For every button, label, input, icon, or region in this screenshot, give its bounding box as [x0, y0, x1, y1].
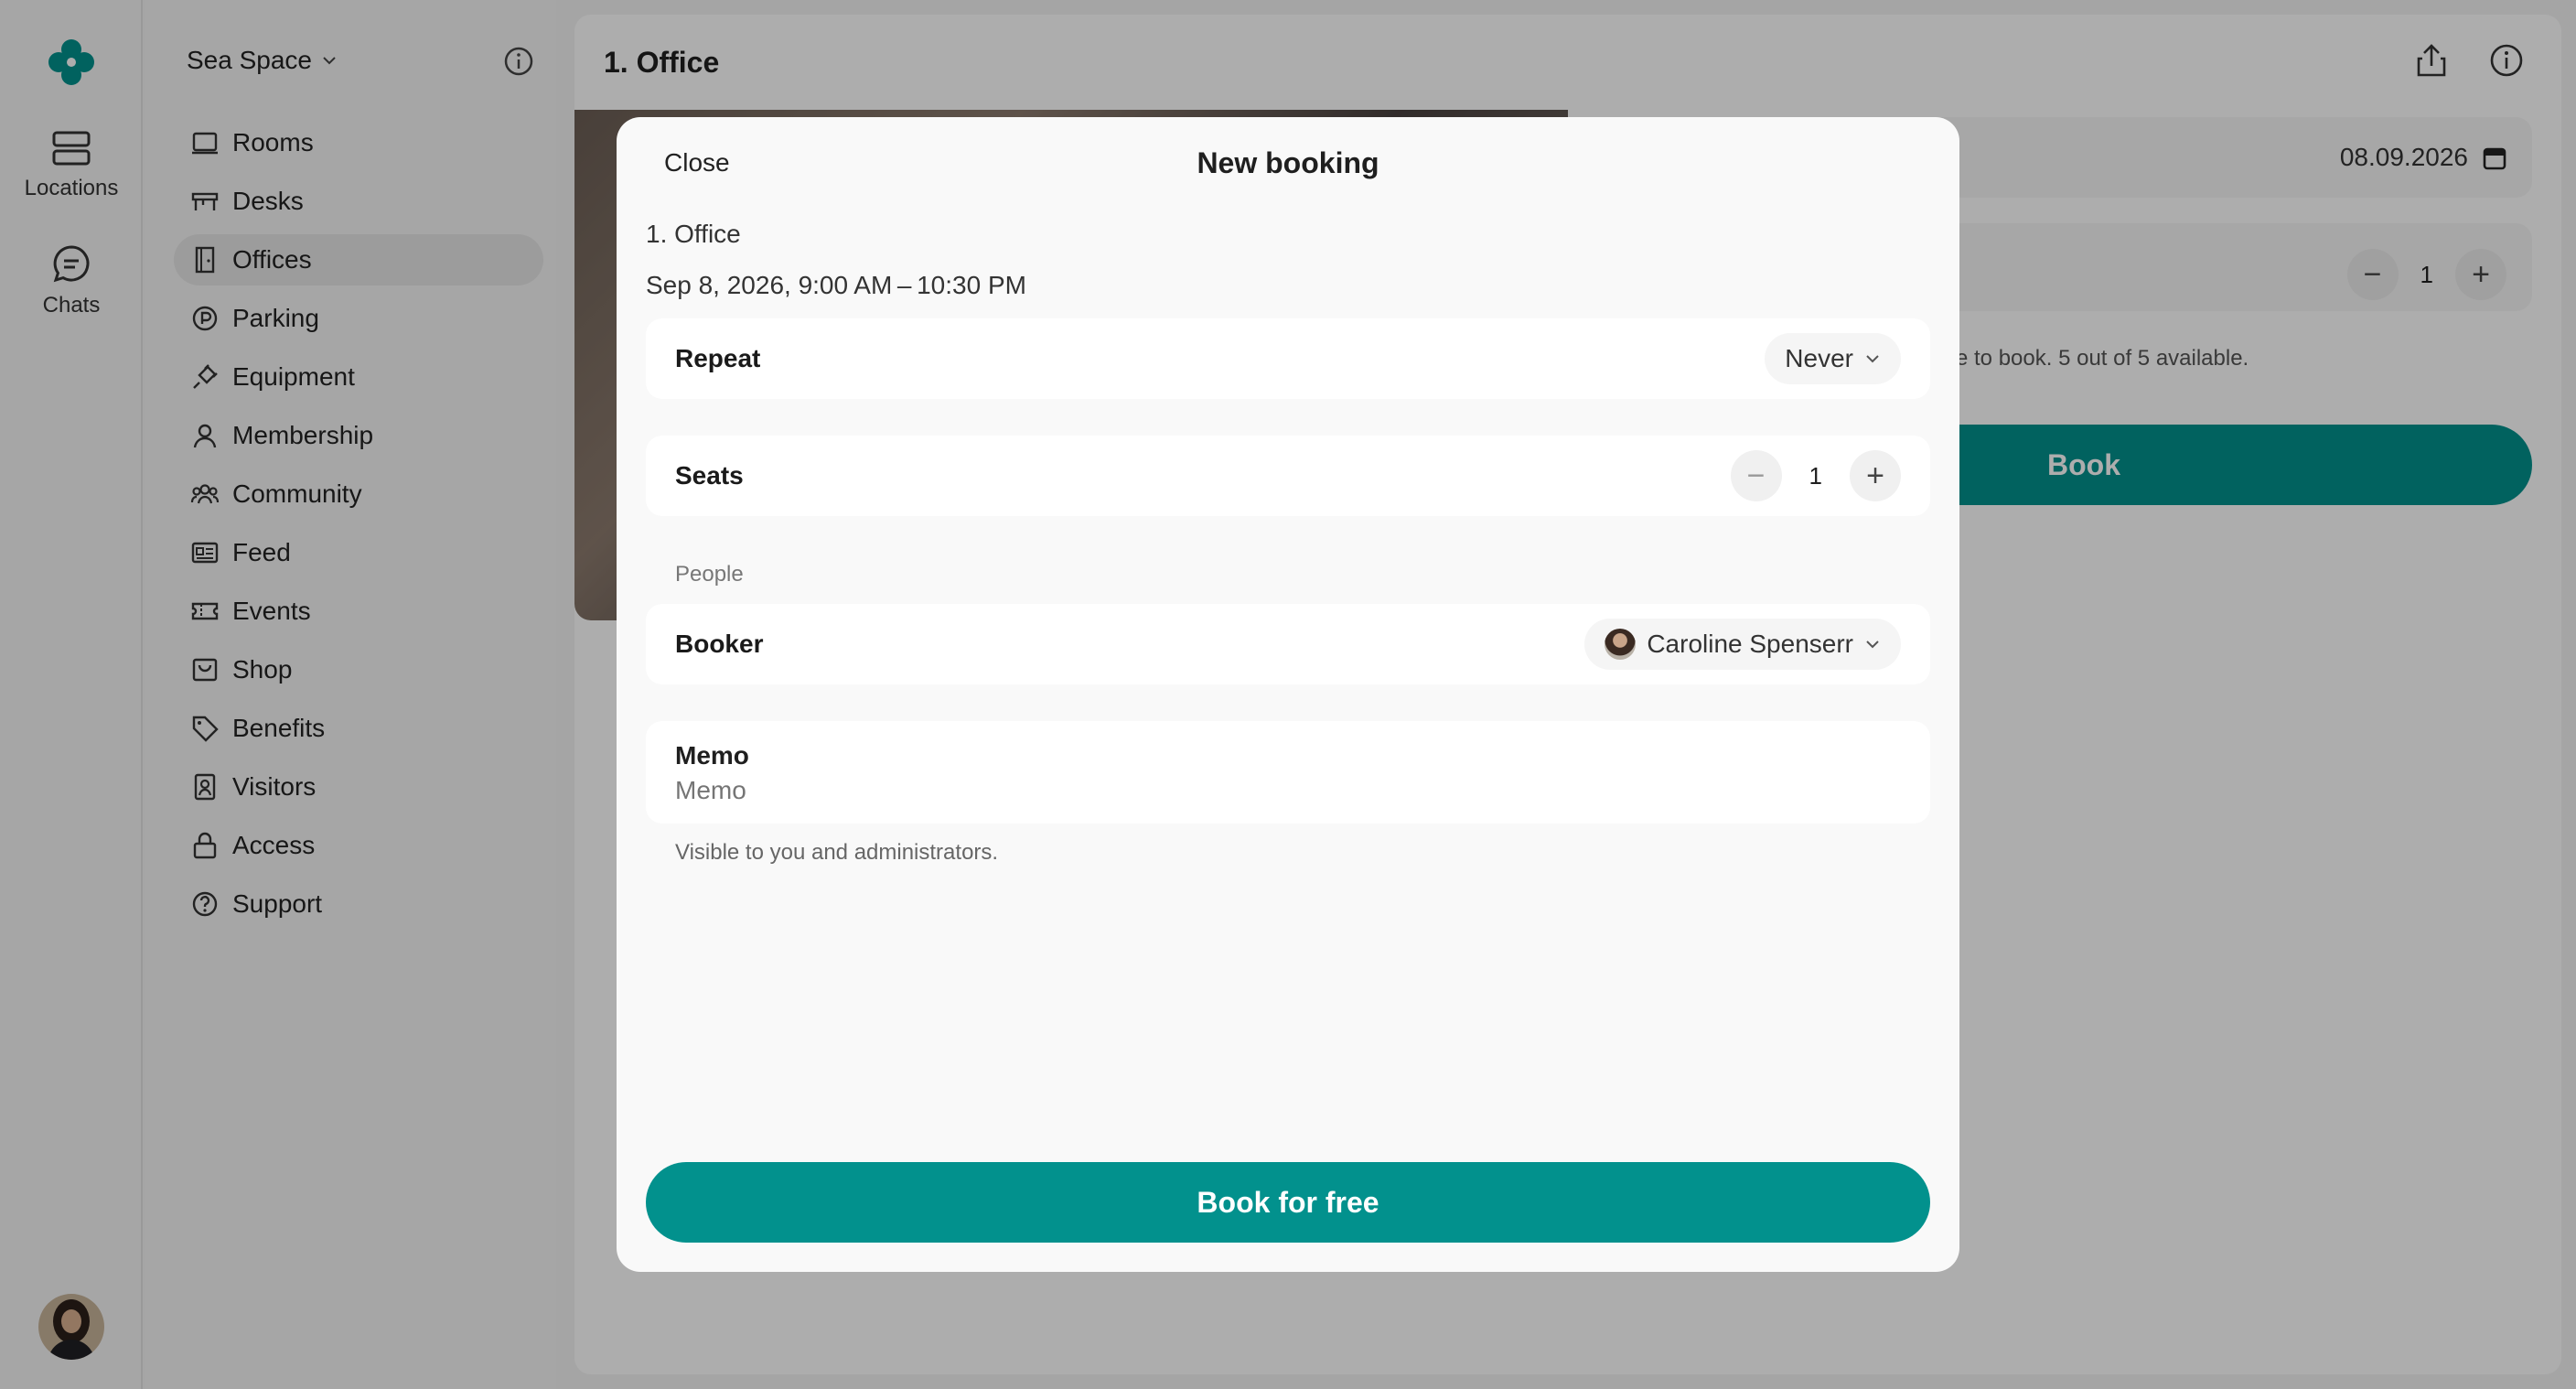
increment-button[interactable]: +: [1850, 450, 1901, 501]
seats-stepper: − 1 +: [1730, 450, 1901, 501]
memo-hint: Visible to you and administrators.: [675, 840, 999, 865]
repeat-value: Never: [1785, 344, 1853, 372]
booker-label: Booker: [675, 630, 764, 658]
booker-value: Caroline Spenserr: [1647, 630, 1853, 658]
decrement-button[interactable]: −: [1730, 450, 1782, 501]
seats-value: 1: [1809, 461, 1822, 490]
repeat-select[interactable]: Never: [1765, 333, 1901, 384]
people-section-label: People: [675, 562, 744, 587]
booking-datetime: Sep 8, 2026, 9:00 AM – 10:30 PM: [646, 271, 1026, 299]
memo-input[interactable]: [675, 776, 1864, 805]
seats-label: Seats: [675, 461, 744, 490]
chevron-down-icon: [1866, 355, 1879, 363]
memo-label: Memo: [675, 741, 749, 770]
resource-name: 1. Office: [646, 220, 741, 248]
modal-title: New booking: [1197, 146, 1379, 179]
booker-avatar: [1605, 629, 1637, 660]
chevron-down-icon: [1866, 641, 1879, 649]
repeat-label: Repeat: [675, 344, 761, 372]
new-booking-modal: Close New booking 1. Office Sep 8, 2026,…: [617, 117, 1959, 1272]
seats-row: Seats − 1 +: [646, 436, 1930, 516]
book-for-free-button[interactable]: Book for free: [646, 1162, 1930, 1243]
memo-row: Memo: [646, 721, 1930, 824]
repeat-row: Repeat Never: [646, 318, 1930, 399]
booker-select[interactable]: Caroline Spenserr: [1584, 619, 1901, 670]
booker-row: Booker Caroline Spenserr: [646, 604, 1930, 684]
